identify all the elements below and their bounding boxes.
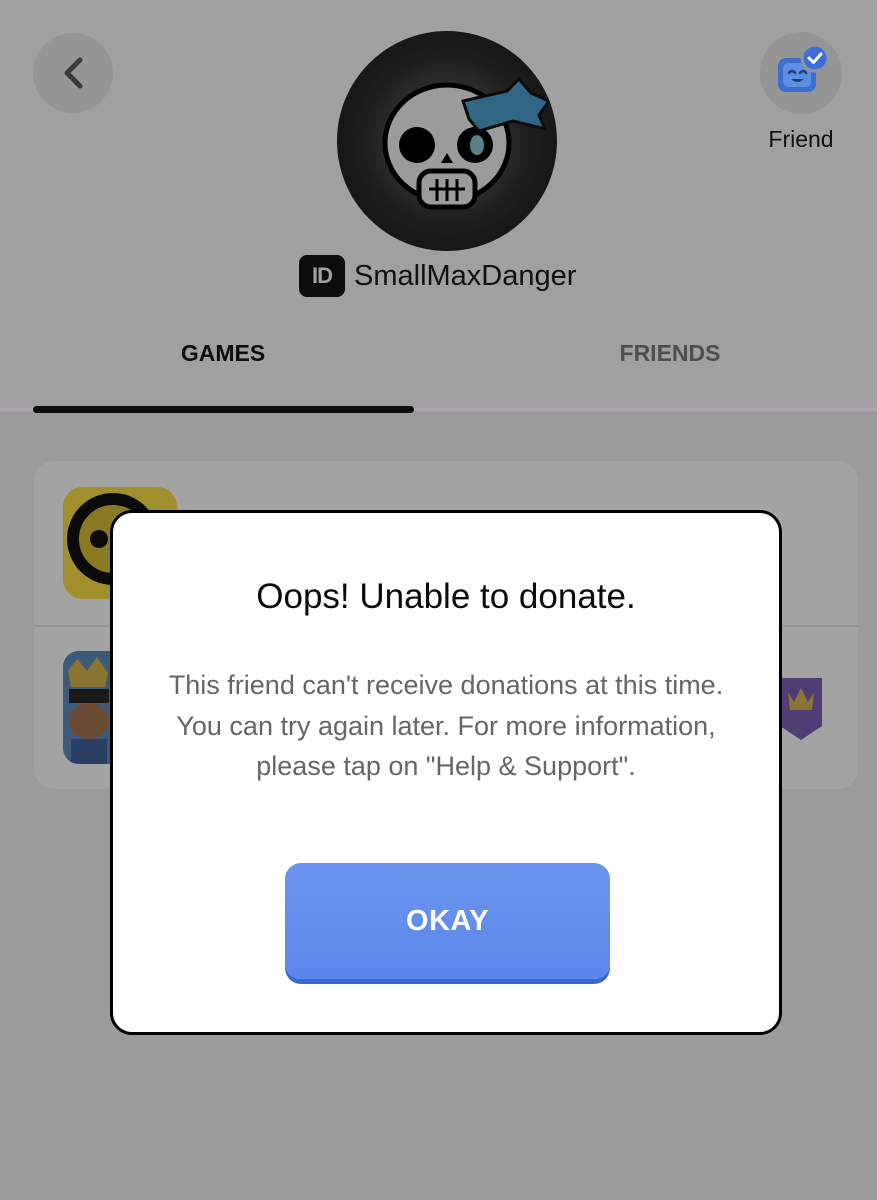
- dialog-message: This friend can't receive donations at t…: [168, 670, 724, 781]
- tab-games[interactable]: GAMES: [120, 340, 326, 367]
- username-row: ID SmallMaxDanger: [299, 255, 576, 297]
- back-button[interactable]: [33, 33, 113, 113]
- friend-label: Friend: [768, 126, 834, 152]
- id-badge-icon: ID: [299, 255, 345, 297]
- chevron-left-icon: [64, 57, 83, 89]
- skull-avatar-icon: [382, 76, 552, 210]
- friend-status-button[interactable]: [760, 32, 842, 114]
- username: SmallMaxDanger: [354, 259, 577, 292]
- crown-badge-icon: [780, 674, 822, 742]
- tab-friends[interactable]: FRIENDS: [568, 340, 772, 367]
- active-tab-indicator: [33, 406, 414, 413]
- profile-avatar: [337, 31, 557, 251]
- dialog-title: Oops! Unable to donate.: [256, 577, 636, 616]
- clash-royale-icon[interactable]: [63, 651, 113, 764]
- okay-button[interactable]: OKAY: [285, 863, 610, 979]
- donation-error-dialog: Oops! Unable to donate. This friend can'…: [110, 510, 782, 1035]
- friend-icon: [778, 43, 830, 92]
